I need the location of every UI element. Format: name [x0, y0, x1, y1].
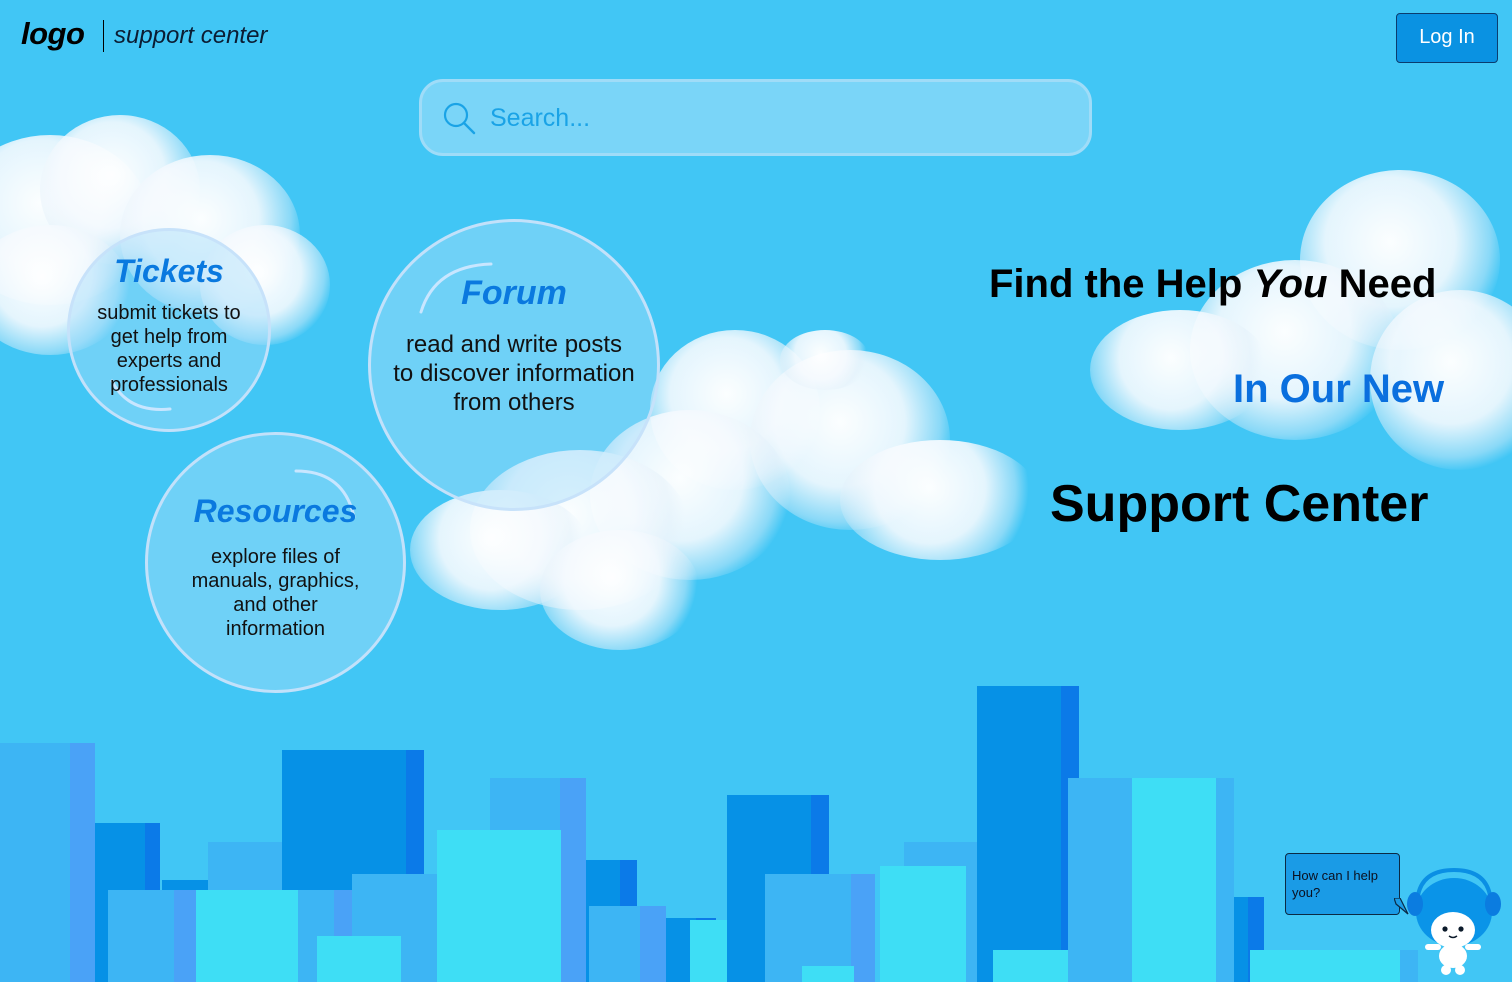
- tickets-title: Tickets: [114, 253, 224, 289]
- chatbot-speech-bubble[interactable]: How can I help you?: [1285, 853, 1400, 915]
- tickets-description: submit tickets to get help from experts …: [97, 302, 241, 396]
- hero-line1-emphasis: You: [1253, 262, 1328, 306]
- hero-subheadline: In Our New: [1233, 367, 1445, 411]
- cloud-right: [1090, 170, 1512, 470]
- brand-subtitle: support center: [114, 22, 268, 49]
- hero-headline: Find the Help You Need: [989, 262, 1436, 307]
- chatbot-mascot-icon[interactable]: [1405, 866, 1503, 978]
- hero-line1-start: Find the Help: [989, 262, 1254, 306]
- forum-description: read and write posts to discover informa…: [393, 331, 635, 416]
- hero-line1-end: Need: [1327, 262, 1437, 306]
- search-bar[interactable]: [419, 79, 1092, 156]
- resources-description: explore files of manuals, graphics, and …: [191, 546, 360, 640]
- resources-title: Resources: [193, 493, 358, 529]
- login-button[interactable]: Log In: [1396, 13, 1498, 63]
- tickets-card[interactable]: Tickets submit tickets to get help from …: [67, 228, 271, 432]
- hero-title: Support Center: [1050, 475, 1429, 533]
- search-icon: [443, 102, 476, 135]
- logo-divider: [103, 20, 104, 52]
- resources-card[interactable]: Resources explore files of manuals, grap…: [145, 432, 406, 693]
- forum-title: Forum: [461, 274, 567, 312]
- logo[interactable]: logo: [21, 16, 85, 52]
- forum-card[interactable]: Forum read and write posts to discover i…: [368, 219, 660, 511]
- search-input[interactable]: [488, 98, 1052, 138]
